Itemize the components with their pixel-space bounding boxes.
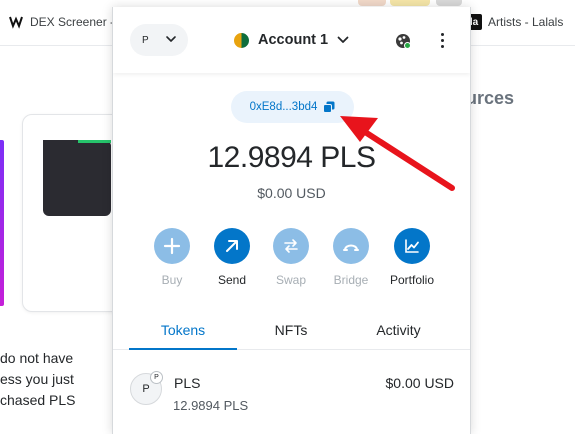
swap-button-circle[interactable] [273,228,309,264]
tab-nfts[interactable]: NFTs [237,322,345,338]
background-card-image [43,140,111,216]
portfolio-button[interactable]: Portfolio [380,228,444,287]
tab-strip-fragment [390,0,430,6]
token-symbol: PLS [174,375,201,391]
bridge-button[interactable]: Bridge [319,228,383,287]
paragraph-line: ess you just [0,371,74,387]
send-button[interactable]: Send [200,228,264,287]
account-picker[interactable]: Account 1 [234,28,350,52]
purple-banner-edge [0,140,4,306]
portfolio-button-circle[interactable] [394,228,430,264]
native-balance: 12.9894 PLS [207,141,376,174]
account-address: 0xE8d...3bd4 [249,101,318,113]
tab-strip-fragment [436,0,462,6]
active-tab-indicator [129,348,237,350]
buy-button-circle[interactable] [154,228,190,264]
fiat-balance: $0.00 USD [257,185,326,201]
bookmark-label: Artists - Lalals [488,15,564,29]
swap-arrows-icon [284,239,298,253]
background-card-accent [78,140,111,143]
tab-activity[interactable]: Activity [345,322,452,338]
dex-screener-logo-icon [8,14,24,30]
network-picker[interactable]: P [130,24,188,56]
bookmark-dex-screener[interactable]: DEX Screener - [8,14,114,30]
wallet-actions: Buy Send Swap Bridge Portfolio [113,228,470,298]
copy-address-button[interactable]: 0xE8d...3bd4 [231,91,354,123]
buy-button[interactable]: Buy [140,228,204,287]
swap-label: Swap [275,273,307,287]
paragraph-line: do not have [0,350,74,366]
buy-label: Buy [161,273,183,287]
token-list-item[interactable]: P P PLS $0.00 USD 12.9894 PLS [113,365,470,429]
background-paragraph: do not have ess you just chased PLS [0,348,76,411]
bookmark-artists-lalals[interactable]: la Artists - Lalals [466,14,563,30]
asset-tabs: Tokens NFTs Activity [113,314,470,350]
chart-line-icon [405,239,419,253]
send-button-circle[interactable] [214,228,250,264]
wallet-header: P Account 1 [113,7,470,73]
account-name: Account 1 [258,32,329,48]
plus-icon [163,237,181,255]
send-label: Send [217,273,247,287]
paragraph-line: chased PLS [0,392,76,408]
vertical-dots-icon[interactable] [435,31,449,49]
bridge-button-circle[interactable] [333,228,369,264]
swap-button[interactable]: Swap [259,228,323,287]
chevron-down-icon [166,36,176,42]
connected-sites-icon[interactable] [394,32,412,50]
wallet-popup: P Account 1 0xE8d...3bd4 12.9894 PLS $0.… [112,7,471,434]
tab-tokens[interactable]: Tokens [129,322,237,338]
network-avatar: P [142,34,149,46]
arrow-up-right-icon [226,240,238,252]
account-avatar [234,32,249,48]
bookmark-label: DEX Screener - [30,15,115,29]
network-badge-icon: P [150,371,163,384]
background-heading: urces [466,88,515,108]
portfolio-label: Portfolio [389,273,435,287]
token-fiat-value: $0.00 USD [385,375,454,391]
token-amount: 12.9894 PLS [173,398,249,413]
copy-icon [323,101,335,113]
bridge-label: Bridge [333,273,369,287]
chevron-down-icon [337,36,349,43]
bridge-icon [343,244,359,251]
tab-strip-fragment [358,0,386,6]
